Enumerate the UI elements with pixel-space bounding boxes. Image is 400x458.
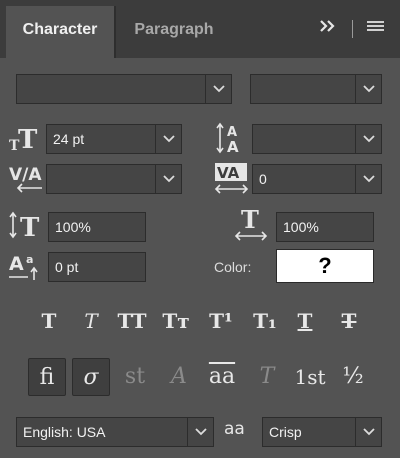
tracking-select[interactable]: 0 (252, 164, 382, 194)
anti-alias-select[interactable]: Crisp (262, 417, 382, 447)
font-family-select[interactable] (16, 74, 232, 104)
discretionary-ligatures-button[interactable]: st (116, 358, 154, 396)
titling-alternates-button[interactable]: aa (202, 358, 242, 396)
superscript-button[interactable]: T¹ (204, 309, 238, 333)
language-value: English: USA (23, 424, 106, 440)
chevron-down-icon (205, 75, 231, 103)
chevron-down-icon (355, 165, 381, 193)
all-caps-glyph: TT (117, 309, 147, 333)
toolbar-divider (352, 20, 353, 38)
fractions-glyph: ½ (342, 364, 364, 389)
language-select[interactable]: English: USA (16, 417, 214, 447)
baseline-shift-value: 0 pt (55, 259, 79, 275)
svg-text:V/A: V/A (9, 165, 42, 185)
panel-menu-icon[interactable] (366, 18, 386, 39)
faux-italic-button[interactable]: T (76, 309, 106, 333)
font-size-icon: TT (8, 124, 42, 159)
underline-button[interactable]: T (290, 309, 320, 333)
tab-character[interactable]: Character (6, 6, 114, 58)
font-size-value: 24 pt (53, 131, 85, 147)
subscript-glyph: T₁ (253, 309, 277, 333)
vertical-scale-icon: T (8, 210, 44, 245)
tab-paragraph[interactable]: Paragraph (118, 6, 230, 58)
font-size-select[interactable]: 24 pt (46, 124, 182, 154)
kerning-select[interactable] (46, 164, 182, 194)
svg-text:A: A (9, 253, 24, 275)
superscript-glyph: T¹ (209, 309, 233, 333)
titling-alternates-glyph: aa (208, 364, 236, 389)
fractions-button[interactable]: ½ (334, 358, 372, 396)
baseline-shift-icon: Aa (8, 250, 44, 287)
chevron-down-icon (187, 418, 213, 446)
baseline-shift-input[interactable]: 0 pt (48, 252, 146, 282)
strikethrough-glyph: T (341, 309, 357, 333)
leading-icon: AA (216, 120, 250, 161)
chevron-down-icon (355, 75, 381, 103)
faux-bold-button[interactable]: T (34, 309, 64, 333)
swash-glyph: σ (83, 365, 99, 390)
subscript-button[interactable]: T₁ (248, 309, 282, 333)
ligatures-button[interactable]: fi (28, 358, 66, 396)
expand-icon[interactable] (318, 18, 338, 39)
color-label: Color: (214, 259, 252, 275)
small-caps-button[interactable]: Tт (158, 309, 194, 333)
contextual-alternates-button[interactable]: A (160, 358, 198, 396)
strikethrough-button[interactable]: T (334, 309, 364, 333)
contextual-alternates-glyph: A (171, 364, 187, 389)
ordinals-glyph: 1st (294, 365, 326, 389)
vertical-scale-value: 100% (55, 219, 91, 235)
horizontal-scale-icon: T (234, 205, 270, 247)
svg-text:T: T (20, 213, 40, 240)
tab-divider (114, 6, 116, 58)
swash-button[interactable]: σ (72, 358, 110, 396)
stylistic-alternates-button[interactable]: T (248, 358, 286, 396)
svg-text:a: a (26, 253, 33, 266)
faux-bold-glyph: T (41, 309, 57, 333)
chevron-down-icon (355, 418, 381, 446)
chevron-down-icon (155, 165, 181, 193)
leading-select[interactable] (252, 124, 382, 154)
chevron-down-icon (355, 125, 381, 153)
underline-glyph: T (297, 309, 313, 333)
tracking-icon: VA (214, 162, 250, 201)
chevron-down-icon (155, 125, 181, 153)
kerning-icon: V/A (8, 162, 44, 199)
faux-italic-glyph: T (84, 309, 98, 333)
discretionary-ligatures-glyph: st (124, 364, 146, 389)
character-panel: Character Paragraph TT 24 pt AA V/A VA 0… (0, 0, 400, 458)
tracking-value: 0 (259, 171, 267, 187)
ligatures-glyph: fi (39, 365, 55, 390)
svg-text:T: T (18, 125, 38, 154)
anti-alias-value: Crisp (269, 424, 302, 440)
horizontal-scale-input[interactable]: 100% (276, 212, 374, 242)
vertical-scale-input[interactable]: 100% (48, 212, 146, 242)
ordinals-button[interactable]: 1st (290, 358, 330, 396)
small-caps-glyph: Tт (162, 309, 190, 333)
svg-text:A: A (227, 138, 239, 156)
stylistic-alternates-glyph: T (259, 364, 275, 389)
anti-alias-icon-glyph: aa (224, 419, 245, 439)
font-style-select[interactable] (250, 74, 382, 104)
svg-text:VA: VA (217, 164, 240, 182)
color-swatch[interactable]: ? (276, 249, 374, 283)
anti-alias-icon: aa (224, 419, 245, 439)
all-caps-button[interactable]: TT (114, 309, 150, 333)
tab-bar: Character Paragraph (0, 0, 400, 58)
svg-text:T: T (241, 206, 259, 234)
horizontal-scale-value: 100% (283, 219, 319, 235)
